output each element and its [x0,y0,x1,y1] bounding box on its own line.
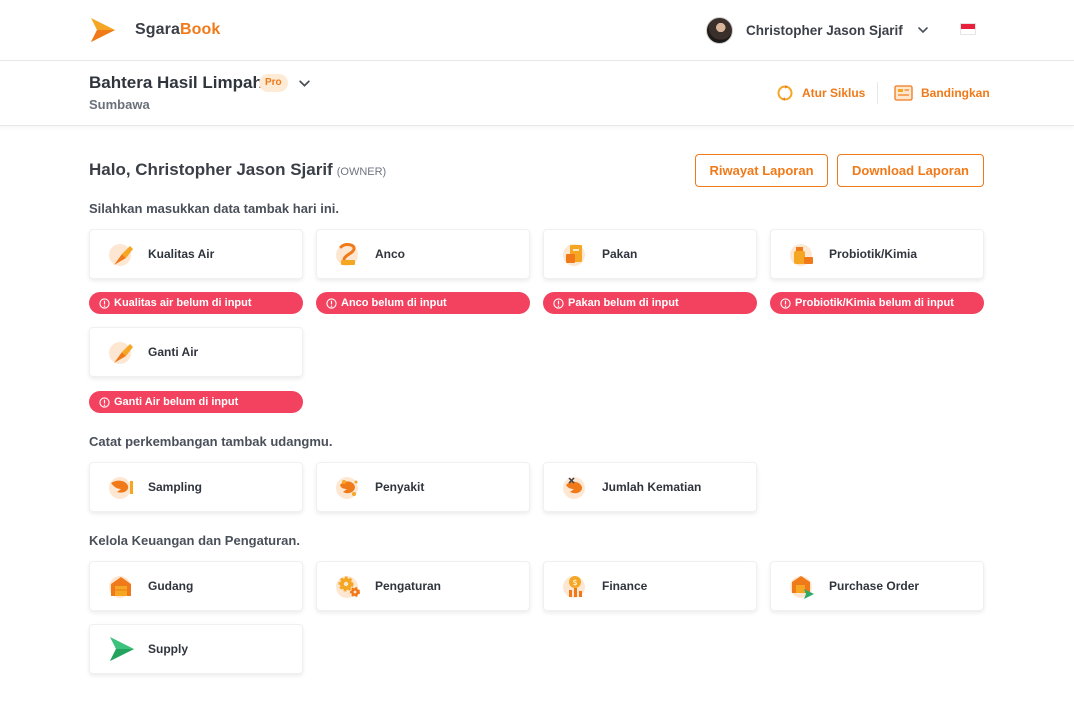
card-label: Kualitas Air [148,247,215,261]
atur-siklus-label: Atur Siklus [802,86,866,100]
settings-icon [336,576,360,598]
supply-icon [110,637,134,661]
riwayat-laporan-button[interactable]: Riwayat Laporan [695,154,828,187]
top-navbar: SgaraBook Christopher Jason Sjarif [0,0,1074,61]
bandingkan-label: Bandingkan [921,86,990,100]
sgarabook-logo-icon[interactable] [89,16,117,44]
warehouse-icon [109,576,131,598]
alert-ganti-air: Ganti Air belum di input [89,391,303,413]
card-penyakit[interactable]: Penyakit [316,462,530,512]
card-label: Penyakit [375,480,425,494]
greeting-heading: Halo, Christopher Jason Sjarif (OWNER) [89,160,387,179]
card-probiotik-kimia[interactable]: Probiotik/Kimia [770,229,984,279]
avatar[interactable] [706,16,733,44]
finance-icon: $ [563,576,585,598]
user-menu[interactable]: Christopher Jason Sjarif [706,16,929,44]
card-label: Gudang [148,579,194,593]
farm-location: Sumbawa [89,97,150,112]
card-gudang[interactable]: Gudang [89,561,303,611]
water-change-icon [109,342,133,364]
brand-name[interactable]: SgaraBook [135,21,220,39]
card-pengaturan[interactable]: Pengaturan [316,561,530,611]
card-label: Probiotik/Kimia [829,247,918,261]
svg-text:$: $ [572,578,577,587]
card-label: Jumlah Kematian [602,480,702,494]
info-icon [99,396,110,408]
farm-name[interactable]: Bahtera Hasil Limpah [89,73,263,93]
purchase-order-icon [790,576,814,599]
progress-section-title: Catat perkembangan tambak udangmu. [89,434,333,449]
mortality-icon [563,477,585,499]
farm-header: Bahtera Hasil Limpah Pro Sumbawa Atur Si… [0,62,1074,126]
card-kualitas-air[interactable]: Kualitas Air [89,229,303,279]
info-icon [553,297,564,309]
card-supply[interactable]: Supply [89,624,303,674]
compare-icon [894,85,913,101]
card-purchase-order[interactable]: Purchase Order [770,561,984,611]
bandingkan-button[interactable]: Bandingkan [894,82,990,104]
card-finance[interactable]: $ Finance [543,561,757,611]
user-name: Christopher Jason Sjarif [746,22,903,38]
sampling-icon [109,477,133,499]
card-label: Finance [602,579,648,593]
info-icon [326,297,337,309]
alert-kualitas-air: Kualitas air belum di input [89,292,303,314]
user-role: (OWNER) [336,166,387,178]
card-label: Sampling [148,480,203,494]
card-label: Anco [375,247,405,261]
download-laporan-button[interactable]: Download Laporan [837,154,984,187]
card-pakan[interactable]: Pakan [543,229,757,279]
probiotic-icon [790,244,813,266]
feed-icon [563,244,585,266]
farm-chevron-down-icon[interactable] [298,77,311,90]
card-label: Pakan [602,247,638,261]
pro-badge: Pro [259,74,288,92]
finance-section-title: Kelola Keuangan dan Pengaturan. [89,533,300,548]
anco-icon [336,243,358,266]
input-section-title: Silahkan masukkan data tambak hari ini. [89,201,339,216]
water-quality-icon [109,244,133,266]
card-label: Purchase Order [829,579,920,593]
card-label: Ganti Air [148,345,199,359]
card-ganti-air[interactable]: Ganti Air [89,327,303,377]
disease-icon [336,477,358,499]
chevron-down-icon[interactable] [917,24,929,36]
card-anco[interactable]: Anco [316,229,530,279]
alert-anco: Anco belum di input [316,292,530,314]
info-icon [99,297,110,309]
alert-pakan: Pakan belum di input [543,292,757,314]
info-icon [780,297,791,309]
divider [877,82,878,104]
alert-probiotik-kimia: Probiotik/Kimia belum di input [770,292,984,314]
card-label: Pengaturan [375,579,442,593]
cycle-icon [777,85,793,101]
card-jumlah-kematian[interactable]: Jumlah Kematian [543,462,757,512]
atur-siklus-button[interactable]: Atur Siklus [776,82,865,104]
language-flag-icon[interactable] [960,23,976,35]
card-label: Supply [148,642,189,656]
card-sampling[interactable]: Sampling [89,462,303,512]
